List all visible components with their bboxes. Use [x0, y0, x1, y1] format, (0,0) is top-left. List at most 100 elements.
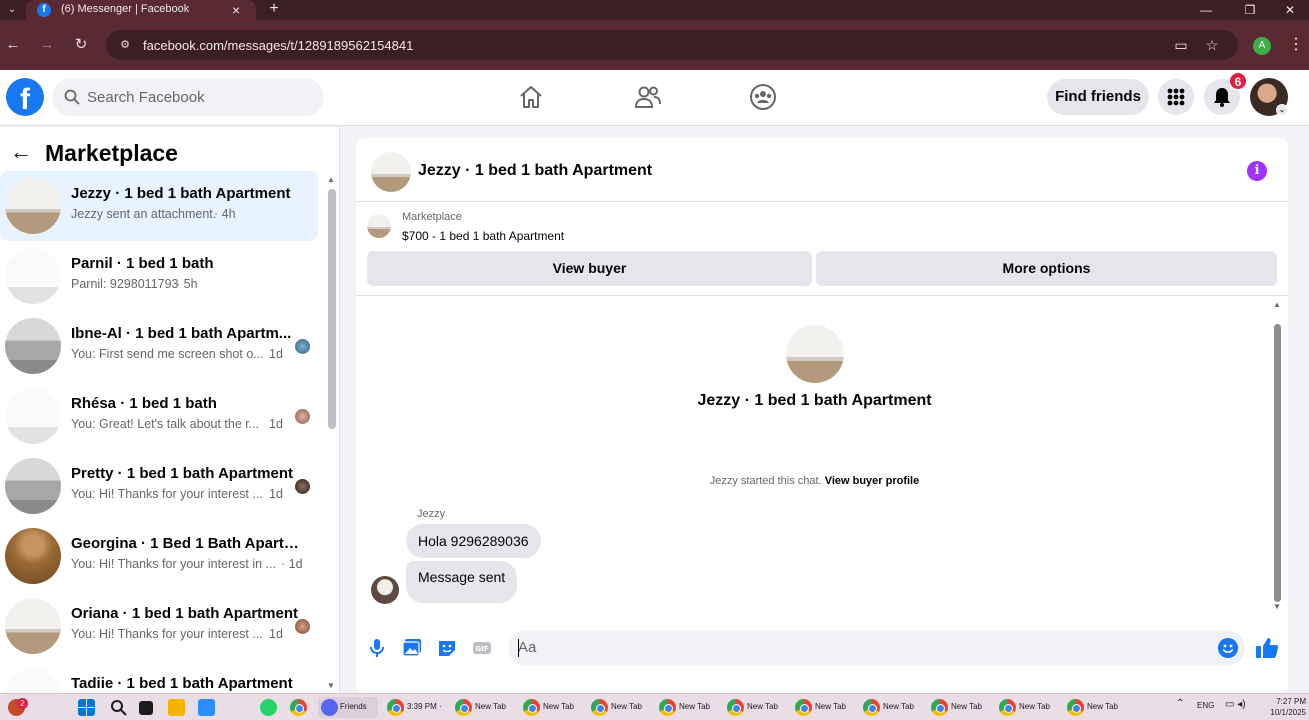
- menu-button[interactable]: [1158, 79, 1194, 115]
- conversation-time: · 5h: [176, 277, 198, 291]
- home-icon[interactable]: [517, 83, 545, 111]
- clock-date: 10/1/2025: [1270, 708, 1306, 717]
- language-indicator[interactable]: ENG: [1197, 701, 1214, 710]
- cast-icon[interactable]: ▭: [1172, 36, 1190, 54]
- view-buyer-profile-link[interactable]: View buyer profile: [825, 475, 920, 487]
- task-view[interactable]: [136, 697, 158, 718]
- chrome-icon: [591, 699, 608, 716]
- reload-icon[interactable]: ↻: [71, 35, 91, 55]
- chat-title[interactable]: Jezzy · 1 bed 1 bath Apartment: [418, 162, 652, 180]
- tab-close-icon[interactable]: ×: [232, 1, 240, 19]
- listing-thumbnail[interactable]: [367, 214, 391, 238]
- close-window-button[interactable]: ✕: [1270, 0, 1309, 20]
- search-icon: [64, 89, 80, 105]
- bookmark-star-icon[interactable]: ☆: [1203, 36, 1221, 54]
- url-text[interactable]: facebook.com/messages/t/1289189562154841: [143, 38, 413, 53]
- conversation-item[interactable]: Oriana · 1 bed 1 bath Apartment You: Hi!…: [0, 591, 318, 661]
- like-icon[interactable]: [1255, 636, 1279, 660]
- groups-icon[interactable]: [749, 83, 777, 111]
- network-volume-icon[interactable]: ▭ ◂): [1225, 699, 1246, 710]
- back-icon[interactable]: ←: [3, 35, 23, 55]
- friends-icon[interactable]: [634, 83, 662, 111]
- sender-avatar[interactable]: [371, 576, 399, 604]
- start-button[interactable]: [76, 697, 98, 718]
- sidebar-scrollbar[interactable]: [328, 189, 336, 429]
- message-bubble[interactable]: Hola 9296289036: [406, 524, 541, 558]
- back-arrow-icon[interactable]: ←: [10, 139, 32, 165]
- scroll-down-arrow-icon[interactable]: ▼: [327, 681, 335, 690]
- listing-thumbnail: [5, 598, 61, 654]
- view-buyer-button[interactable]: View buyer: [367, 251, 812, 286]
- emoji-icon[interactable]: [1218, 638, 1238, 658]
- taskbar-search[interactable]: [108, 697, 130, 718]
- taskbar-clock[interactable]: 7:27 PM 10/1/2025: [1264, 696, 1306, 718]
- conversation-item[interactable]: Tadiie · 1 bed 1 bath Apartment: [0, 661, 318, 693]
- seen-avatar: [295, 619, 310, 634]
- minimize-button[interactable]: —: [1186, 0, 1226, 20]
- tab-search-icon[interactable]: ⌄: [4, 2, 20, 18]
- chat-listing-avatar[interactable]: [371, 152, 411, 192]
- notification-badge: 6: [1229, 72, 1247, 90]
- find-friends-button[interactable]: Find friends: [1047, 79, 1149, 115]
- listing-thumbnail: [5, 318, 61, 374]
- message-input[interactable]: Aa: [508, 630, 1245, 666]
- whatsapp[interactable]: [258, 697, 280, 718]
- conversation-item[interactable]: Parnil · 1 bed 1 bath Parnil: 9298011793…: [0, 241, 318, 311]
- browser-profile-avatar[interactable]: A: [1253, 37, 1271, 55]
- apps-grid-icon: [1167, 88, 1185, 106]
- taskbar-chrome-window[interactable]: 3:39 PM ·: [385, 697, 447, 718]
- taskbar-discord-friends[interactable]: Friends: [318, 697, 378, 718]
- gif-icon[interactable]: GIF: [472, 638, 492, 658]
- conversation-item[interactable]: Ibne-Al · 1 bed 1 bath Apartm... You: Fi…: [0, 311, 318, 381]
- browser-tab[interactable]: f (6) Messenger | Facebook ×: [26, 0, 256, 20]
- chat-scrollbar[interactable]: [1274, 324, 1281, 602]
- message-bubble[interactable]: Message sent: [406, 561, 518, 603]
- chrome-icon: [795, 699, 812, 716]
- chrome-icon: [659, 699, 676, 716]
- info-icon[interactable]: i: [1247, 161, 1267, 181]
- restore-button[interactable]: ❐: [1230, 0, 1270, 20]
- taskbar-chrome-window[interactable]: New Tab: [657, 697, 719, 718]
- file-explorer[interactable]: [166, 697, 188, 718]
- taskbar-chrome-window[interactable]: New Tab: [725, 697, 787, 718]
- taskbar-chrome-window[interactable]: New Tab: [929, 697, 991, 718]
- forward-icon[interactable]: →: [37, 35, 57, 55]
- tray-overflow-icon[interactable]: ⌃: [1176, 698, 1184, 709]
- scroll-up-arrow-icon[interactable]: ▲: [327, 175, 335, 184]
- taskbar-chrome-window[interactable]: New Tab: [861, 697, 923, 718]
- sender-name: Jezzy: [417, 508, 446, 520]
- facebook-logo-icon[interactable]: f: [6, 78, 44, 116]
- more-options-button[interactable]: More options: [816, 251, 1277, 286]
- taskbar-chrome-window[interactable]: New Tab: [997, 697, 1059, 718]
- taskbar-chrome-window[interactable]: New Tab: [1065, 697, 1127, 718]
- conversation-item[interactable]: Pretty · 1 bed 1 bath Apartment You: Hi!…: [0, 451, 318, 521]
- search-icon: [111, 700, 127, 716]
- scroll-down-arrow-icon[interactable]: ▼: [1273, 602, 1281, 611]
- new-tab-button[interactable]: +: [264, 0, 284, 20]
- taskbar-label: New Tab: [611, 702, 642, 711]
- sticker-icon[interactable]: [437, 638, 457, 658]
- browser-menu-icon[interactable]: ⋮: [1288, 35, 1304, 55]
- microphone-icon[interactable]: [367, 638, 387, 658]
- site-info-icon[interactable]: ⚙: [118, 38, 132, 52]
- taskbar-chrome-window[interactable]: New Tab: [589, 697, 651, 718]
- conversation-item[interactable]: Jezzy · 1 bed 1 bath Apartment Jezzy sen…: [0, 171, 318, 241]
- taskbar-chrome-window[interactable]: New Tab: [793, 697, 855, 718]
- taskbar-app[interactable]: [196, 697, 218, 718]
- conversation-item[interactable]: Georgina · 1 Bed 1 Bath Apartme... You: …: [0, 521, 318, 591]
- taskbar-chrome-window[interactable]: New Tab: [453, 697, 515, 718]
- chat-profile-avatar[interactable]: [786, 325, 844, 383]
- search-input[interactable]: Search Facebook: [52, 78, 324, 116]
- listing-title[interactable]: $700 - 1 bed 1 bath Apartment: [402, 229, 564, 243]
- taskbar-chrome-window[interactable]: New Tab: [521, 697, 583, 718]
- listing-thumbnail: [5, 178, 61, 234]
- address-bar[interactable]: ⚙ facebook.com/messages/t/12891895621548…: [106, 30, 1238, 60]
- chrome-icon: [455, 699, 472, 716]
- conversation-item[interactable]: Rhésa · 1 bed 1 bath You: Great! Let's t…: [0, 381, 318, 451]
- scroll-up-arrow-icon[interactable]: ▲: [1273, 300, 1281, 309]
- chevron-down-icon[interactable]: ⌄: [1276, 104, 1288, 116]
- taskbar-widgets[interactable]: 2: [4, 697, 30, 718]
- conversation-preview: Parnil: 9298011793: [71, 277, 179, 291]
- photo-icon[interactable]: [402, 638, 422, 658]
- chrome-app[interactable]: [288, 697, 310, 718]
